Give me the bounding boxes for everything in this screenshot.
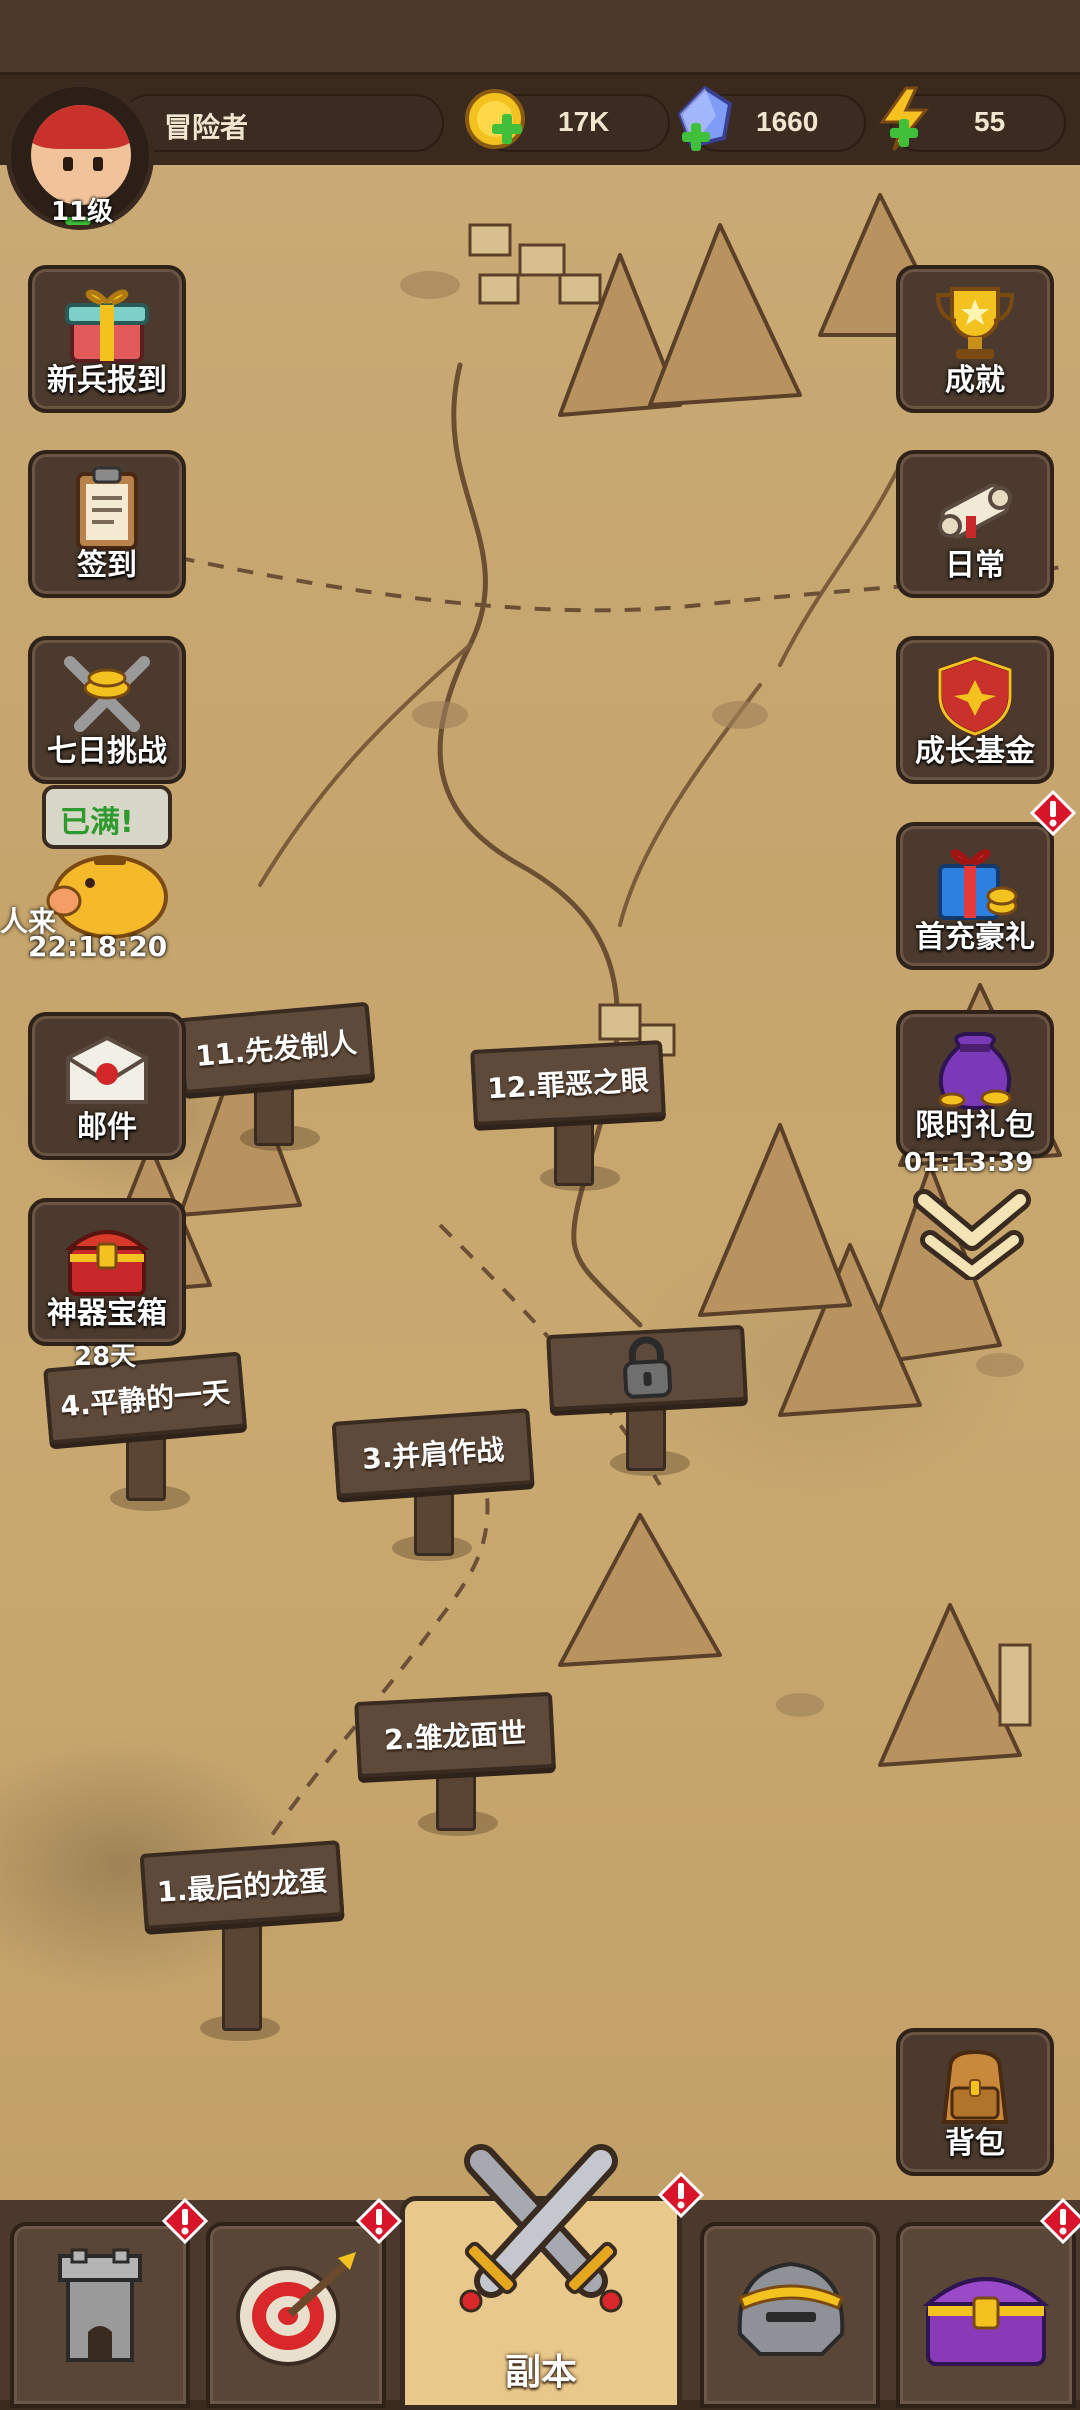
mail-button[interactable]: 邮件	[28, 1012, 186, 1160]
helmet-icon	[737, 2261, 845, 2356]
nav-chest-button[interactable]	[896, 2222, 1076, 2408]
piggy-full-text: 已满!	[60, 805, 134, 840]
energy-amount: 55	[974, 106, 1006, 137]
sign-in-button[interactable]: 签到	[28, 450, 186, 598]
gem-amount: 1660	[756, 106, 819, 137]
gem-icon[interactable]	[672, 84, 738, 158]
avatar-portrait	[31, 105, 131, 205]
first-charge-button[interactable]: 首充豪礼	[896, 822, 1054, 970]
crossed-swords-icon	[459, 2144, 623, 2313]
limited-pack-label: 限时礼包	[915, 1108, 1035, 1143]
locked-stage-sign[interactable]	[546, 1324, 748, 1412]
limited-pack-button[interactable]: 限时礼包	[896, 1010, 1054, 1158]
growth-fund-label: 成长基金	[915, 734, 1035, 769]
stage-post	[222, 1920, 262, 2031]
growth-fund-button[interactable]: 成长基金	[896, 636, 1054, 784]
new-recruit-button[interactable]: 新兵报到	[28, 265, 186, 413]
piggy-timer: 22:18:20	[28, 930, 168, 963]
nav-tower-alert-badge: !	[161, 2197, 209, 2248]
artifact-chest-label: 神器宝箱	[47, 1296, 167, 1331]
padlock-icon	[623, 1336, 673, 1399]
nav-dungeon-alert-badge	[657, 2171, 705, 2222]
nav-dungeon-label: 副本	[504, 2352, 577, 2393]
nav-helmet-button[interactable]	[700, 2222, 880, 2408]
stage-sign-2[interactable]: 2.雏龙面世	[354, 1691, 556, 1779]
artifact-chest-button[interactable]: 神器宝箱	[28, 1198, 186, 1346]
nav-target-button[interactable]	[206, 2222, 386, 2408]
achievement-label: 成就	[945, 363, 1005, 398]
artifact-chest-days: 28天	[74, 1342, 137, 1372]
nav-target-alert-badge	[355, 2197, 403, 2248]
tower-icon	[58, 2248, 142, 2362]
daily-label: 日常	[945, 548, 1005, 583]
collapse-chevron-icon[interactable]	[910, 1180, 1034, 1284]
top-header: 冒险者 17K 1660 55 11级	[0, 72, 1080, 230]
limited-pack-timer: 01:13:39	[904, 1148, 1034, 1178]
stage-sign-12[interactable]: 12.罪恶之眼	[470, 1040, 666, 1126]
gold-amount: 17K	[558, 106, 610, 137]
sign-in-label: 签到	[77, 548, 137, 583]
lightning-icon[interactable]	[876, 86, 936, 156]
first-charge-alert-badge	[1029, 789, 1077, 840]
mail-label: 邮件	[77, 1110, 137, 1145]
piggy-full-bubble: 已满!	[42, 785, 172, 849]
backpack-label: 背包	[945, 2126, 1005, 2161]
avatar[interactable]: 11级	[6, 82, 154, 230]
gold-coin-icon[interactable]	[462, 86, 528, 156]
stage-sign-1[interactable]: 1.最后的龙蛋	[139, 1840, 345, 1930]
seven-day-challenge-button[interactable]: 七日挑战	[28, 636, 186, 784]
achievement-button[interactable]: 成就	[896, 265, 1054, 413]
target-icon	[236, 2252, 356, 2366]
daily-button[interactable]: 日常	[896, 450, 1054, 598]
new-recruit-label: 新兵报到	[47, 363, 167, 398]
backpack-button[interactable]: 背包	[896, 2028, 1054, 2176]
stage-sign-3[interactable]: 3.并肩作战	[331, 1408, 535, 1498]
chest-icon	[922, 2277, 1050, 2366]
first-charge-label: 首充豪礼	[915, 920, 1035, 955]
player-level: 11级	[51, 197, 114, 227]
nav-dungeon-button[interactable]: 副本	[400, 2144, 682, 2410]
nav-tower-button[interactable]	[10, 2222, 190, 2408]
nav-chest-alert-badge	[1039, 2197, 1080, 2248]
player-name: 冒险者	[164, 112, 249, 143]
seven-day-challenge-label: 七日挑战	[47, 734, 167, 769]
top-strip	[0, 0, 1080, 75]
player-name-bar: 冒险者	[120, 94, 444, 152]
